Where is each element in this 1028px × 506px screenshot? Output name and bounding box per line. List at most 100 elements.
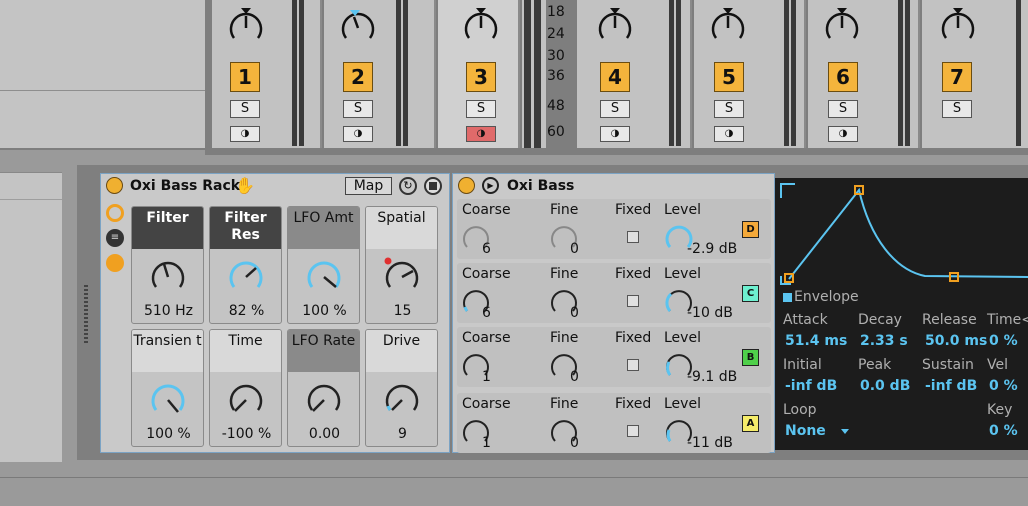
track-strip-4: 4 S ◑ [577,0,692,148]
device-power-button[interactable] [458,177,475,194]
monitor-button[interactable]: ◑ [828,126,858,142]
randomize-icon[interactable]: ↻ [399,177,417,195]
attack-label: Attack [783,312,828,328]
level-meter [784,0,796,146]
scale-tick: 30 [547,48,565,64]
track-number[interactable]: 6 [828,62,858,92]
operator-button[interactable]: C [742,285,759,302]
macro-knob-icon [229,261,263,288]
macro-label: Spatial [366,207,437,249]
coarse-value: 6 [482,241,491,257]
level-value: -9.1 dB [687,369,738,385]
vel-value[interactable]: 0 % [989,378,1018,394]
fine-label: Fine [550,202,579,218]
fixed-checkbox[interactable] [627,425,639,437]
pan-knob[interactable] [461,8,501,48]
level-meter [669,0,681,146]
macro-spatial[interactable]: Spatial 15 [365,206,438,324]
macro-view-icon[interactable] [106,204,124,222]
level-value: -2.9 dB [687,241,738,257]
hand-icon: ✋ [235,176,255,195]
monitor-button[interactable]: ◑ [230,126,260,142]
solo-button[interactable]: S [230,100,260,118]
fixed-checkbox[interactable] [627,231,639,243]
macro-knob-icon [307,384,341,412]
map-button[interactable]: Map [345,177,392,195]
operator-button[interactable]: D [742,221,759,238]
pan-knob[interactable] [338,8,378,48]
solo-button[interactable]: S [942,100,972,118]
solo-button[interactable]: S [828,100,858,118]
pan-knob[interactable] [938,8,978,48]
operator-row-a: Coarse Fine Fixed Level 1 0 -11 dB A [457,393,771,453]
track-number[interactable]: 4 [600,62,630,92]
pan-knob[interactable] [595,8,635,48]
device-view-icon[interactable] [106,254,124,272]
track-number[interactable]: 1 [230,62,260,92]
macro-filter[interactable]: Filter 510 Hz [131,206,204,324]
envelope-title: Envelope [794,289,859,305]
macro-filter-res[interactable]: Filter Res 82 % [209,206,282,324]
monitor-button[interactable]: ◑ [343,126,373,142]
attack-value[interactable]: 51.4 ms [785,333,847,349]
solo-button[interactable]: S [600,100,630,118]
level-label: Level [664,202,701,218]
peak-value[interactable]: 0.0 dB [860,378,910,394]
track-number[interactable]: 2 [343,62,373,92]
solo-button[interactable]: S [466,100,496,118]
drag-handle[interactable] [84,285,88,345]
chevron-down-icon[interactable] [841,429,849,434]
scale-tick: 48 [547,98,565,114]
macro-value: 100 % [146,426,191,442]
operator-row-c: Coarse Fine Fixed Level 6 0 -10 dB C [457,263,771,323]
release-value[interactable]: 50.0 ms [925,333,987,349]
pan-knob[interactable] [822,8,862,48]
fine-label: Fine [550,330,579,346]
pan-knob[interactable] [708,8,748,48]
track-number[interactable]: 5 [714,62,744,92]
peak-label: Peak [858,357,892,373]
rack-power-button[interactable] [106,177,123,194]
time-value[interactable]: 0 % [989,333,1018,349]
fixed-checkbox[interactable] [627,295,639,307]
scale-tick: 18 [547,4,565,20]
monitor-button[interactable]: ◑ [466,126,496,142]
macro-lfo-amt[interactable]: LFO Amt 100 % [287,206,360,324]
solo-button[interactable]: S [714,100,744,118]
decay-label: Decay [858,312,902,328]
envelope-panel: Envelope Attack 51.4 ms Decay 2.33 s Rel… [775,178,1028,450]
initial-value[interactable]: -inf dB [785,378,837,394]
pan-knob[interactable] [226,8,266,48]
play-icon[interactable]: ▶ [482,177,499,194]
key-value[interactable]: 0 % [989,423,1018,439]
macro-time[interactable]: Time -100 % [209,329,282,447]
track-number[interactable]: 3 [466,62,496,92]
coarse-value: 1 [482,369,491,385]
macro-label: Transien t [132,330,203,372]
decay-value[interactable]: 2.33 s [860,333,908,349]
level-value: -11 dB [687,435,733,451]
sustain-value[interactable]: -inf dB [925,378,977,394]
operator-button[interactable]: B [742,349,759,366]
level-value: -10 dB [687,305,733,321]
save-icon[interactable] [424,177,442,195]
fixed-checkbox[interactable] [627,359,639,371]
macro-label: Filter Res [210,207,281,249]
monitor-button[interactable]: ◑ [714,126,744,142]
release-label: Release [922,312,977,328]
macro-value: 9 [398,426,407,442]
macro-value: 100 % [302,303,347,319]
macro-transient[interactable]: Transien t 100 % [131,329,204,447]
monitor-button[interactable]: ◑ [600,126,630,142]
solo-button[interactable]: S [343,100,373,118]
macro-lfo-rate[interactable]: LFO Rate 0.00 [287,329,360,447]
loop-dropdown[interactable]: None [785,423,826,439]
chain-list-icon[interactable]: ≡ [106,229,124,247]
coarse-label: Coarse [462,396,511,412]
envelope-graph[interactable] [775,178,1028,298]
macro-knob-icon [385,384,419,411]
track-number[interactable]: 7 [942,62,972,92]
operator-button[interactable]: A [742,415,759,432]
scale-tick: 36 [547,68,565,84]
macro-drive[interactable]: Drive 9 [365,329,438,447]
